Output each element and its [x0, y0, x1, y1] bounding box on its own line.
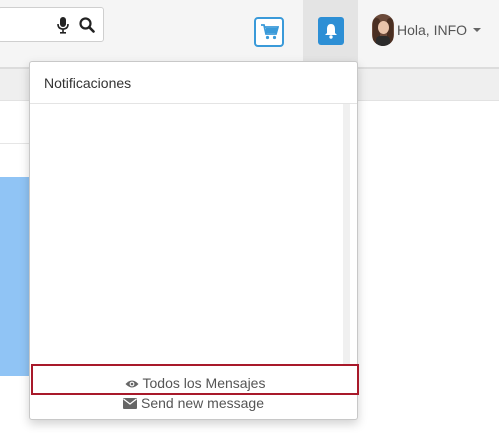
user-menu[interactable]: Hola, INFO [372, 14, 482, 46]
search-input[interactable] [3, 14, 57, 36]
dropdown-header: Notificaciones [30, 62, 357, 104]
search-icon[interactable] [79, 17, 95, 33]
all-messages-label: Todos los Mensajes [142, 375, 266, 391]
scrollbar[interactable] [343, 104, 350, 364]
send-new-message-link[interactable]: Send new message [30, 393, 357, 413]
avatar [372, 14, 394, 46]
divider [0, 143, 30, 144]
content-panel [0, 177, 30, 376]
dropdown-title: Notificaciones [44, 75, 132, 91]
send-new-message-label: Send new message [141, 395, 264, 411]
microphone-icon[interactable] [57, 17, 69, 34]
search-box [0, 7, 104, 42]
notifications-button[interactable] [318, 17, 344, 45]
notifications-toggle-area [303, 0, 358, 67]
envelope-icon [123, 394, 138, 414]
all-messages-link[interactable]: Todos los Mensajes [31, 364, 359, 395]
notification-list [30, 104, 357, 364]
notifications-dropdown: Notificaciones Todos los Mensajes Send n… [29, 61, 359, 420]
cart-button[interactable] [254, 17, 284, 47]
top-navbar: Hola, INFO [0, 0, 499, 69]
caret-down-icon [473, 28, 482, 32]
user-greeting: Hola, INFO [397, 22, 468, 38]
